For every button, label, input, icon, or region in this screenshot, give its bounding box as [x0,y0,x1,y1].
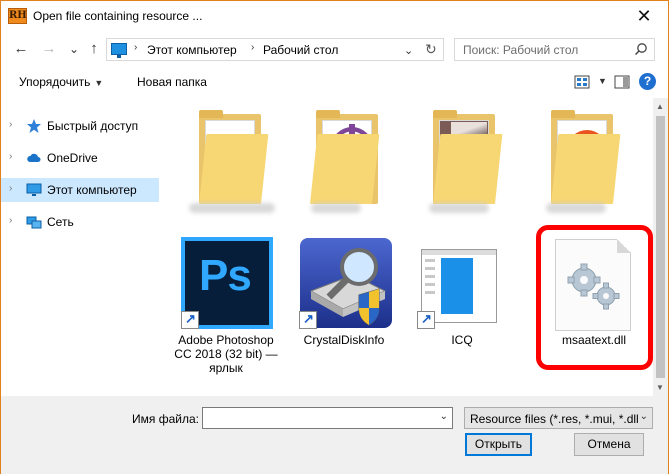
recent-locations-button[interactable]: ⌄ [64,40,84,58]
sidebar-item-network[interactable]: › Сеть [1,210,159,234]
command-bar: Упорядочить ▼ Новая папка ▼ ? [1,66,668,98]
folder-icon[interactable] [199,110,269,204]
sidebar-item-quick-access[interactable]: › Быстрый доступ [1,114,159,138]
scroll-up-icon[interactable]: ▲ [656,102,664,111]
back-button[interactable]: ← [11,40,31,58]
blurred-folder-label [189,203,275,213]
file-label: CrystalDiskInfo [303,333,385,347]
folder-icon[interactable] [551,110,621,204]
breadcrumb-this-pc[interactable]: Этот компьютер [147,43,237,57]
address-bar[interactable]: › Этот компьютер › Рабочий стол [106,38,444,61]
shortcut-arrow-icon [417,311,435,329]
up-button[interactable]: ↑ [84,40,104,58]
cancel-button[interactable]: Отмена [574,433,644,456]
vertical-scrollbar[interactable]: ▲ ▼ [653,98,668,396]
computer-icon [26,183,42,196]
file-type-filter[interactable]: Resource files (*.res, *.mui, *.dll ⌄ [464,407,653,429]
navigation-bar: ← → ⌄ ↑ › Этот компьютер › Рабочий стол … [1,32,668,66]
organize-label: Упорядочить [19,75,91,89]
chevron-right-icon[interactable]: › [9,119,12,130]
breadcrumb-separator[interactable]: › [134,42,137,53]
folder-icon[interactable] [310,110,380,204]
filter-dropdown-icon[interactable]: ⌄ [640,411,648,422]
blurred-folder-label [429,203,489,213]
dialog-footer: Имя файла: ⌄ Resource files (*.res, *.mu… [1,396,668,474]
chevron-right-icon[interactable]: › [9,183,12,194]
close-button[interactable]: ✕ [634,6,654,26]
view-options-icon[interactable] [574,74,590,90]
blurred-folder-label [311,203,361,213]
chevron-right-icon[interactable]: › [9,151,12,162]
app-logo-icon: RH [8,8,27,24]
organize-button[interactable]: Упорядочить ▼ [19,75,103,89]
breadcrumb-separator[interactable]: › [251,42,254,53]
scroll-down-icon[interactable]: ▼ [656,383,664,392]
sidebar-item-label: OneDrive [47,151,98,165]
search-icon [634,43,647,56]
folder-icon[interactable] [433,110,503,204]
new-folder-button[interactable]: Новая папка [137,75,207,89]
window-title: Open file containing resource ... [33,9,203,23]
shortcut-arrow-icon [181,311,199,329]
address-dropdown-icon[interactable]: ⌄ [404,44,413,57]
file-type-filter-value: Resource files (*.res, *.mui, *.dll [470,412,639,426]
red-highlight-box [536,225,653,370]
network-icon [26,216,42,229]
scrollbar-thumb[interactable] [656,116,665,378]
shortcut-arrow-icon [299,311,317,329]
refresh-icon[interactable]: ↻ [425,41,437,58]
navigation-pane: › Быстрый доступ › OneDrive › Этот компь… [1,98,161,396]
preview-pane-icon[interactable] [614,74,630,90]
caret-down-icon: ▼ [94,78,104,88]
filename-input[interactable]: ⌄ [202,407,453,429]
computer-icon [111,43,127,58]
chevron-right-icon[interactable]: › [9,215,12,226]
sidebar-item-onedrive[interactable]: › OneDrive [1,146,159,170]
view-caret-icon[interactable]: ▼ [598,76,607,86]
file-label: ICQ [451,333,473,347]
blurred-folder-label [546,203,606,213]
forward-button[interactable]: → [39,40,59,58]
sidebar-item-label: Сеть [47,215,74,229]
open-file-dialog: RH Open file containing resource ... ✕ ←… [0,0,669,474]
help-icon[interactable]: ? [639,73,656,90]
file-item-photoshop[interactable]: Ps Adobe Photoshop CC 2018 (32 bit) — яр… [171,237,281,396]
breadcrumb-desktop[interactable]: Рабочий стол [263,43,338,57]
open-button[interactable]: Открыть [465,433,532,456]
star-icon [27,119,41,133]
file-item-crystaldiskinfo[interactable]: CrystalDiskInfo [289,237,399,357]
sidebar-item-label: Этот компьютер [47,183,137,197]
search-input[interactable] [463,43,623,57]
search-box[interactable] [454,38,655,61]
filename-dropdown-icon[interactable]: ⌄ [440,411,448,422]
sidebar-item-label: Быстрый доступ [47,119,139,133]
file-item-icq[interactable]: ICQ [407,237,517,357]
filename-label: Имя файла: [132,412,199,426]
file-label: Adobe Photoshop CC 2018 (32 bit) — ярлык [174,333,278,375]
cloud-icon [27,153,41,162]
sidebar-item-this-pc[interactable]: › Этот компьютер [1,178,159,202]
title-bar: RH Open file containing resource ... ✕ [1,1,668,32]
